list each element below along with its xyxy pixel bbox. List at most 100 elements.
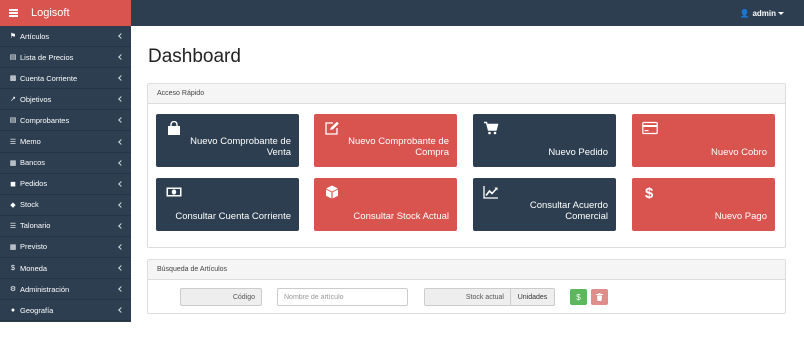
user-menu[interactable]: 👤 admin xyxy=(739,0,784,26)
sidebar-item-pedidos[interactable]: ◼ Pedidos xyxy=(0,174,131,195)
tile-label: Nuevo Cobro xyxy=(711,147,767,158)
sidebar-item-label: Stock xyxy=(20,200,39,210)
bank-icon: ▦ xyxy=(9,159,17,167)
sidebar-item-label: Pedidos xyxy=(20,179,48,189)
sidebar-item-articulos[interactable]: ⚑ Artículos xyxy=(0,26,131,48)
tile-consultar-acuerdo-comercial[interactable]: Consultar Acuerdo Comercial xyxy=(473,178,616,231)
code-label: Código xyxy=(232,293,255,301)
trash-icon xyxy=(596,293,603,301)
sidebar-item-label: Objetivos xyxy=(20,94,52,104)
sidebar-item-label: Bancos xyxy=(20,158,46,168)
caret-down-icon xyxy=(778,11,784,15)
tile-consultar-cuenta-corriente[interactable]: Consultar Cuenta Corriente xyxy=(156,178,299,231)
dollar-icon: $ xyxy=(11,264,15,272)
tag-icon: ⚑ xyxy=(9,33,17,41)
chevron-left-icon xyxy=(118,138,124,145)
brand-bar: Logisoft xyxy=(0,0,131,26)
user-name: admin xyxy=(752,8,776,18)
top-navbar: 👤 admin xyxy=(131,0,804,26)
tile-nuevo-pago[interactable]: $ Nuevo Pago xyxy=(632,178,775,231)
tile-label: Nuevo Pago xyxy=(714,211,767,222)
sidebar-item-geografia[interactable]: ● Geografía xyxy=(0,300,131,322)
units-addon: Unidades xyxy=(510,288,555,306)
article-search-form: Código Stock actual Unidades $ xyxy=(148,288,785,306)
tile-label: Consultar Acuerdo Comercial xyxy=(529,200,608,222)
quick-access-panel: Acceso Rápido Nuevo Comprobante de Venta… xyxy=(147,83,786,248)
cube-icon xyxy=(326,185,338,199)
sidebar-item-label: Moneda xyxy=(20,263,48,273)
tile-label: Nuevo Comprobante de Compra xyxy=(348,136,449,158)
calendar-icon: ▦ xyxy=(9,243,17,251)
stock-label: Stock actual xyxy=(465,293,504,301)
chevron-left-icon xyxy=(118,96,124,103)
sidebar-item-stock[interactable]: ◆ Stock xyxy=(0,195,131,216)
tile-nuevo-pedido[interactable]: Nuevo Pedido xyxy=(473,114,616,167)
price-button-label: $ xyxy=(576,292,581,302)
sidebar-item-previsto[interactable]: ▦ Previsto xyxy=(0,237,131,259)
shopping-bag-icon xyxy=(168,121,180,135)
sidebar-item-objetivos[interactable]: ↗ Objetivos xyxy=(0,89,131,111)
chevron-left-icon xyxy=(118,54,124,60)
user-icon: 👤 xyxy=(739,8,750,18)
sidebar-item-bancos[interactable]: ▦ Bancos xyxy=(0,153,131,174)
file-icon: ▤ xyxy=(9,54,17,62)
tile-label: Consultar Stock Actual xyxy=(353,211,449,222)
code-field[interactable]: Código xyxy=(180,288,262,306)
chevron-left-icon xyxy=(118,201,124,208)
sidebar-item-label: Memo xyxy=(20,137,41,147)
chevron-left-icon xyxy=(118,117,124,124)
cogs-icon: ⚙ xyxy=(9,286,17,294)
price-button[interactable]: $ xyxy=(570,289,587,305)
sidebar-item-administracion[interactable]: ⚙ Administración xyxy=(0,279,131,301)
money-icon xyxy=(166,187,182,197)
sidebar-item-label: Talonario xyxy=(20,221,51,231)
tile-nuevo-comprobante-venta[interactable]: Nuevo Comprobante de Venta xyxy=(156,114,299,167)
id-card-icon: ▩ xyxy=(9,75,17,83)
line-chart-icon xyxy=(483,186,498,199)
units-label: Unidades xyxy=(517,293,548,301)
sidebar-item-talonario[interactable]: ☰ Talonario xyxy=(0,216,131,237)
list-icon: ☰ xyxy=(9,222,17,230)
chevron-left-icon xyxy=(118,265,124,271)
hamburger-menu-icon[interactable] xyxy=(9,9,18,17)
tile-label: Nuevo Pedido xyxy=(548,147,608,158)
chevron-left-icon xyxy=(118,75,124,82)
sidebar-item-label: Administración xyxy=(20,284,70,294)
list-icon: ☰ xyxy=(9,138,17,146)
chevron-left-icon xyxy=(118,223,124,229)
edit-icon xyxy=(325,121,339,135)
sidebar-item-label: Lista de Precios xyxy=(20,52,74,62)
document-icon: ▤ xyxy=(9,117,17,125)
article-search-panel: Búsqueda de Artículos Código Stock actua… xyxy=(147,259,786,314)
article-name-input[interactable] xyxy=(277,288,408,306)
quick-access-heading: Acceso Rápido xyxy=(148,84,785,104)
sidebar-item-comprobantes[interactable]: ▤ Comprobantes xyxy=(0,110,131,132)
sidebar-item-label: Comprobantes xyxy=(20,115,70,125)
delete-button[interactable] xyxy=(591,289,608,305)
sidebar-item-lista-de-precios[interactable]: ▤ Lista de Precios xyxy=(0,47,131,69)
cart-icon xyxy=(484,121,499,135)
tile-consultar-stock-actual[interactable]: Consultar Stock Actual xyxy=(314,178,457,231)
tile-label: Nuevo Comprobante de Venta xyxy=(190,136,291,158)
globe-icon: ● xyxy=(10,306,16,314)
svg-text:$: $ xyxy=(645,185,654,199)
stock-field: Stock actual xyxy=(424,288,511,306)
sidebar-item-label: Previsto xyxy=(20,242,48,252)
sidebar-item-moneda[interactable]: $ Moneda xyxy=(0,258,131,280)
cart-icon: ◼ xyxy=(10,180,16,188)
sidebar-item-label: Geografía xyxy=(20,305,54,315)
main-content: Dashboard Acceso Rápido Nuevo Comprobant… xyxy=(131,26,804,337)
brand-name[interactable]: Logisoft xyxy=(31,7,70,19)
sidebar-item-cuenta-corriente[interactable]: ▩ Cuenta Corriente xyxy=(0,68,131,90)
sidebar-item-label: Cuenta Corriente xyxy=(20,73,78,83)
sidebar-item-memo[interactable]: ☰ Memo xyxy=(0,131,131,153)
chevron-left-icon xyxy=(118,159,124,166)
chevron-left-icon xyxy=(118,286,124,293)
tile-label: Consultar Cuenta Corriente xyxy=(175,211,291,222)
tile-nuevo-comprobante-compra[interactable]: Nuevo Comprobante de Compra xyxy=(314,114,457,167)
article-search-heading: Búsqueda de Artículos xyxy=(148,260,785,280)
sidebar: ⚑ Artículos ▤ Lista de Precios ▩ Cuenta … xyxy=(0,26,131,322)
credit-card-icon xyxy=(642,121,658,135)
tile-nuevo-cobro[interactable]: Nuevo Cobro xyxy=(632,114,775,167)
sidebar-item-label: Artículos xyxy=(20,31,50,41)
